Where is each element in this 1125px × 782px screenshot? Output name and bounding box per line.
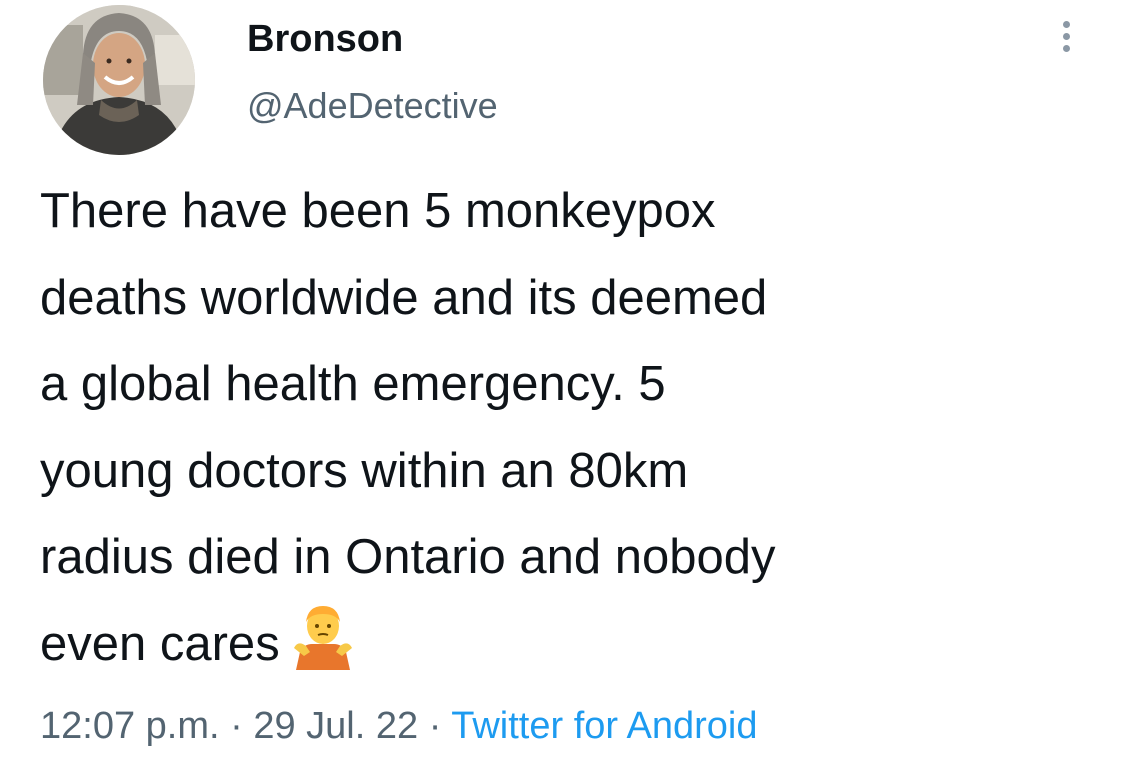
tweet-text-last-line: even cares xyxy=(40,601,1100,688)
user-handle[interactable]: @AdeDetective xyxy=(247,85,498,127)
tweet-text-line: There have been 5 monkeypox xyxy=(40,184,716,238)
person-shrugging-icon xyxy=(292,604,354,670)
tweet-card: Bronson @AdeDetective There have been 5 … xyxy=(0,0,1125,782)
tweet-text-line: young doctors within an 80km xyxy=(40,443,689,498)
tweet-text: There have been 5 monkeypox deaths world… xyxy=(40,168,1100,687)
display-name[interactable]: Bronson xyxy=(247,18,403,61)
tweet-text-line: a global health emergency. 5 xyxy=(40,357,666,411)
avatar[interactable] xyxy=(43,5,195,155)
tweet-meta: 12:07 p.m. · 29 Jul. 22 · Twitter for An… xyxy=(40,705,757,748)
tweet-source-link[interactable]: Twitter for Android xyxy=(451,705,757,747)
meta-separator: · xyxy=(418,705,452,747)
tweet-text-line: radius died in Ontario and nobody xyxy=(40,530,776,584)
meta-separator: · xyxy=(219,705,254,747)
tweet-text-line: even cares xyxy=(40,616,280,671)
more-options-icon[interactable] xyxy=(1052,12,1082,62)
tweet-text-line: deaths worldwide and its deemed xyxy=(40,270,768,325)
tweet-date[interactable]: 29 Jul. 22 xyxy=(253,705,418,747)
avatar-photo xyxy=(43,5,195,155)
tweet-time[interactable]: 12:07 p.m. xyxy=(40,705,220,747)
